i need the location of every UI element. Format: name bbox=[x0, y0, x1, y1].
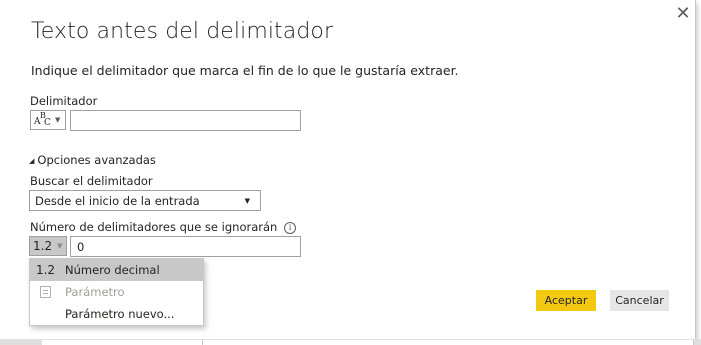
delimiter-label: Delimitador bbox=[30, 94, 98, 108]
scan-select-value: Desde el inicio de la entrada bbox=[35, 193, 200, 208]
background-grid-strip bbox=[0, 339, 701, 345]
close-button[interactable]: ✕ bbox=[672, 2, 694, 24]
skip-count-input[interactable] bbox=[70, 236, 301, 257]
dialog-title: Texto antes del delimitador bbox=[31, 19, 334, 44]
chevron-down-icon: ▼ bbox=[57, 242, 63, 250]
parameter-icon bbox=[30, 286, 61, 298]
dialog-description: Indique el delimitador que marca el fin … bbox=[31, 63, 459, 78]
menu-item-new-parameter[interactable]: Parámetro nuevo... bbox=[30, 303, 203, 325]
advanced-options-toggle[interactable]: ◢ Opciones avanzadas bbox=[29, 153, 156, 167]
decimal-number-icon: 1.2 bbox=[35, 263, 56, 277]
menu-item-decimal-number[interactable]: 1.2 Número decimal bbox=[30, 259, 203, 281]
cancel-button[interactable]: Cancelar bbox=[610, 290, 669, 311]
menu-item-parameter: Parámetro bbox=[30, 281, 203, 303]
skip-label: Número de delimitadores que se ignorarán… bbox=[30, 220, 296, 235]
advanced-options-label: Opciones avanzadas bbox=[37, 153, 156, 167]
menu-item-label: Parámetro nuevo... bbox=[65, 307, 175, 321]
menu-item-label: Parámetro bbox=[65, 285, 125, 299]
skip-label-text: Número de delimitadores que se ignorarán bbox=[30, 220, 278, 234]
scan-label: Buscar el delimitador bbox=[30, 174, 153, 188]
type-dropdown-menu: 1.2 Número decimal Parámetro Parámetro n… bbox=[29, 258, 204, 326]
menu-item-label: Número decimal bbox=[65, 263, 160, 277]
delimiter-input[interactable] bbox=[70, 110, 301, 131]
skip-type-button[interactable]: 1.2 ▼ bbox=[29, 236, 67, 256]
close-icon: ✕ bbox=[675, 2, 691, 24]
scan-select[interactable]: Desde el inicio de la entrada ▼ bbox=[29, 190, 261, 211]
background-cell bbox=[42, 340, 203, 345]
text-type-icon: A B C bbox=[34, 111, 51, 128]
background-cell bbox=[203, 340, 694, 345]
chevron-down-icon: ▼ bbox=[244, 196, 250, 205]
info-icon[interactable]: i bbox=[283, 222, 296, 234]
ok-button[interactable]: Aceptar bbox=[536, 290, 596, 311]
delimiter-type-button[interactable]: A B C ▼ bbox=[30, 110, 66, 130]
dialog: ✕ Texto antes del delimitador Indique el… bbox=[0, 0, 696, 340]
decimal-type-label: 1.2 bbox=[33, 239, 53, 253]
collapse-triangle-icon: ◢ bbox=[29, 157, 35, 165]
chevron-down-icon: ▼ bbox=[55, 116, 61, 124]
